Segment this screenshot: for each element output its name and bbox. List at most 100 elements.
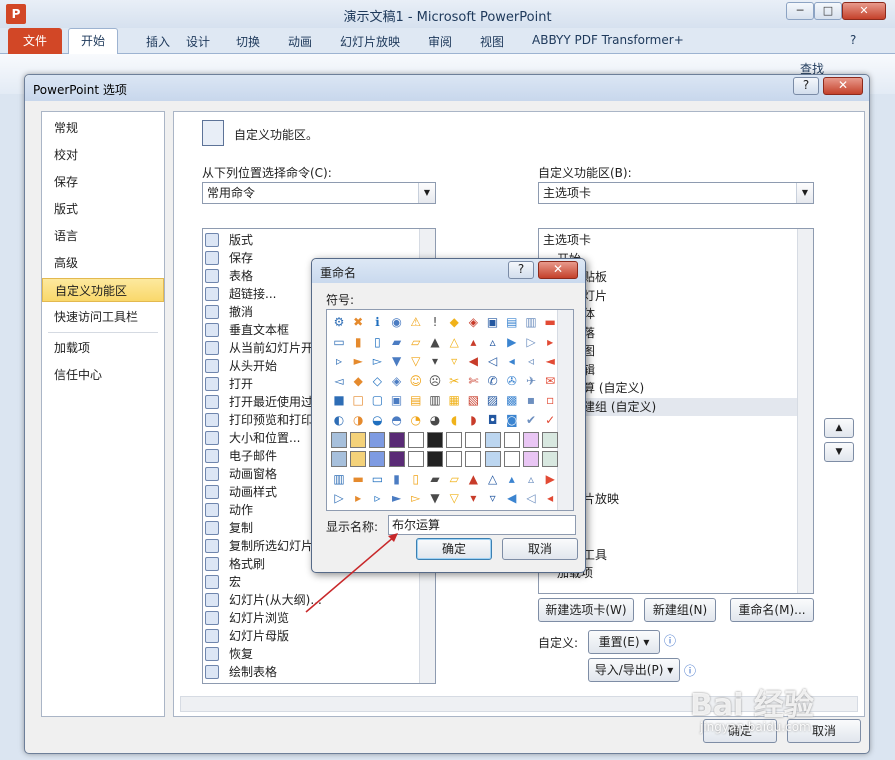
symbol-icon[interactable]	[331, 431, 347, 448]
command-item[interactable]: 幻灯片(从大纲)...	[203, 591, 419, 609]
symbol-icon[interactable]: ☹	[427, 373, 443, 389]
symbol-icon[interactable]: ☺	[408, 373, 424, 389]
symbol-icon[interactable]: ✔	[523, 412, 539, 428]
symbol-icon[interactable]: ☺	[446, 510, 462, 511]
symbol-icon[interactable]: ◈	[465, 314, 481, 330]
symbol-icon[interactable]: ◔	[408, 412, 424, 428]
symbol-icon[interactable]: ▲	[427, 334, 443, 350]
rename-help-button[interactable]: ?	[508, 261, 534, 279]
symbol-icon[interactable]: ▱	[446, 471, 462, 487]
symbol-icon[interactable]: ◙	[504, 412, 520, 428]
symbol-icon[interactable]: ◃	[331, 510, 347, 511]
symbol-icon[interactable]: ▵	[523, 471, 539, 487]
tab-view[interactable]: 视图	[480, 33, 504, 50]
nav-item-advanced[interactable]: 高级	[42, 251, 164, 275]
symbol-icon[interactable]	[407, 451, 424, 468]
symbol-icon[interactable]: ▪	[523, 392, 539, 408]
tab-review[interactable]: 审阅	[428, 33, 452, 50]
nav-item-general[interactable]: 常规	[42, 116, 164, 140]
symbol-icon[interactable]	[542, 431, 559, 448]
help-icon[interactable]: ?	[850, 33, 856, 47]
symbol-icon[interactable]: ◖	[446, 412, 462, 428]
symbol-icon[interactable]: ◆	[389, 510, 405, 511]
symbol-icon[interactable]: △	[446, 334, 462, 350]
nav-item-quick-access[interactable]: 快速访问工具栏	[42, 305, 164, 329]
symbol-icon[interactable]: ▸	[542, 334, 558, 350]
tab-file[interactable]: 文件	[8, 28, 62, 54]
symbol-icon[interactable]	[542, 451, 559, 468]
symbol-icon[interactable]: ◂	[504, 353, 520, 369]
symbol-icon[interactable]: ▭	[331, 334, 347, 350]
symbol-icon[interactable]: ▿	[446, 353, 462, 369]
symbol-icon[interactable]: ▶	[542, 471, 558, 487]
symbol-icon[interactable]: ◅	[369, 510, 385, 511]
reset-button[interactable]: 重置(E) ▾	[588, 630, 660, 654]
symbol-icon[interactable]	[484, 431, 501, 448]
tab-home[interactable]: 开始	[68, 28, 118, 55]
tab-slideshow[interactable]: 幻灯片放映	[340, 33, 400, 50]
rename-ok-button[interactable]: 确定	[416, 538, 492, 560]
symbol-icon[interactable]: ▵	[485, 334, 501, 350]
display-name-input[interactable]: 布尔运算	[388, 515, 576, 535]
symbol-grid[interactable]: ⚙ ✖ ℹ ◉ ⚠! ◆ ◈ ▣ ▤ ▥ ▬ ▭ ▮ ▯ ▰ ▱ ▲ △ ▴ ▵ ▶ ▷ ▸ ▹ ► ▻ ▼ ▽ ▾ ▿ ◀ ◁ ◂ ◃ ◄ ◅ ◆ ◇ ◈…	[326, 309, 574, 511]
symbol-icon[interactable]: ✈	[523, 373, 539, 389]
tab-design[interactable]: 设计	[186, 33, 210, 50]
symbol-icon[interactable]: ℹ	[369, 314, 385, 330]
new-tab-button[interactable]: 新建选项卡(W)	[538, 598, 634, 622]
nav-item-customize-ribbon[interactable]: 自定义功能区	[42, 278, 164, 302]
symbol-icon[interactable]	[465, 451, 482, 468]
symbol-icon[interactable]: ◅	[331, 373, 347, 389]
symbol-icon[interactable]: ▽	[446, 490, 462, 506]
symbol-icon[interactable]	[523, 431, 539, 448]
symbol-icon[interactable]: ◆	[350, 373, 366, 389]
symbol-icon[interactable]: ◗	[465, 412, 481, 428]
symbol-icon[interactable]: ▣	[485, 314, 501, 330]
symbol-icon[interactable]: ▰	[389, 334, 405, 350]
symbol-icon[interactable]: !	[427, 314, 443, 330]
symbol-icon[interactable]: ▤	[408, 392, 424, 408]
symbol-icon[interactable]: ▽	[408, 353, 424, 369]
symbol-icon[interactable]: ✄	[504, 510, 520, 511]
symbol-icon[interactable]: ▥	[523, 314, 539, 330]
symbol-icon[interactable]: ⚠	[408, 314, 424, 330]
symbol-icon[interactable]: ▭	[369, 471, 385, 487]
symbol-icon[interactable]: ◑	[350, 412, 366, 428]
symbol-icon[interactable]: ✆	[485, 373, 501, 389]
symbol-icon[interactable]: ▬	[542, 314, 558, 330]
symbol-icon[interactable]: ▸	[350, 490, 366, 506]
move-down-button[interactable]: ▼	[824, 442, 854, 462]
symbol-icon[interactable]: ▮	[389, 471, 405, 487]
symbol-icon[interactable]: ◇	[369, 373, 385, 389]
symbol-icon[interactable]	[523, 451, 539, 468]
symbol-icon[interactable]: ▷	[523, 334, 539, 350]
symbol-icon[interactable]: ▼	[389, 353, 405, 369]
symbol-icon[interactable]: ▥	[427, 392, 443, 408]
symbol-icon[interactable]: ◁	[523, 490, 539, 506]
symbol-icon[interactable]: ■	[331, 392, 347, 408]
symbol-icon[interactable]	[503, 431, 520, 448]
command-item[interactable]: 宏	[203, 573, 419, 591]
nav-item-proofing[interactable]: 校对	[42, 143, 164, 167]
command-item[interactable]: 绘制表格	[203, 663, 419, 681]
symbol-scrollbar[interactable]	[557, 310, 573, 510]
symbol-icon[interactable]: ▾	[465, 490, 481, 506]
symbol-icon[interactable]: ▶	[504, 334, 520, 350]
symbol-icon[interactable]: ▨	[485, 392, 501, 408]
symbol-icon[interactable]: ◄	[350, 510, 366, 511]
symbol-icon[interactable]: ◉	[389, 314, 405, 330]
symbol-icon[interactable]: ▥	[331, 471, 347, 487]
command-item[interactable]: 恢复	[203, 645, 419, 663]
ribbon-tree-item[interactable]: 主选项卡	[539, 231, 797, 249]
symbol-icon[interactable]	[407, 431, 424, 448]
symbol-icon[interactable]: ▹	[369, 490, 385, 506]
symbol-icon[interactable]	[446, 431, 463, 448]
symbol-icon[interactable]: ▬	[350, 471, 366, 487]
symbol-icon[interactable]: ►	[350, 353, 366, 369]
rename-close-button[interactable]: ✕	[538, 261, 578, 279]
symbol-icon[interactable]: ▤	[504, 314, 520, 330]
symbol-icon[interactable]: ▯	[369, 334, 385, 350]
symbol-icon[interactable]: ◒	[369, 412, 385, 428]
symbol-icon[interactable]: ◇	[408, 510, 424, 511]
symbol-icon[interactable]: ▹	[331, 353, 347, 369]
rename-button[interactable]: 重命名(M)...	[730, 598, 814, 622]
